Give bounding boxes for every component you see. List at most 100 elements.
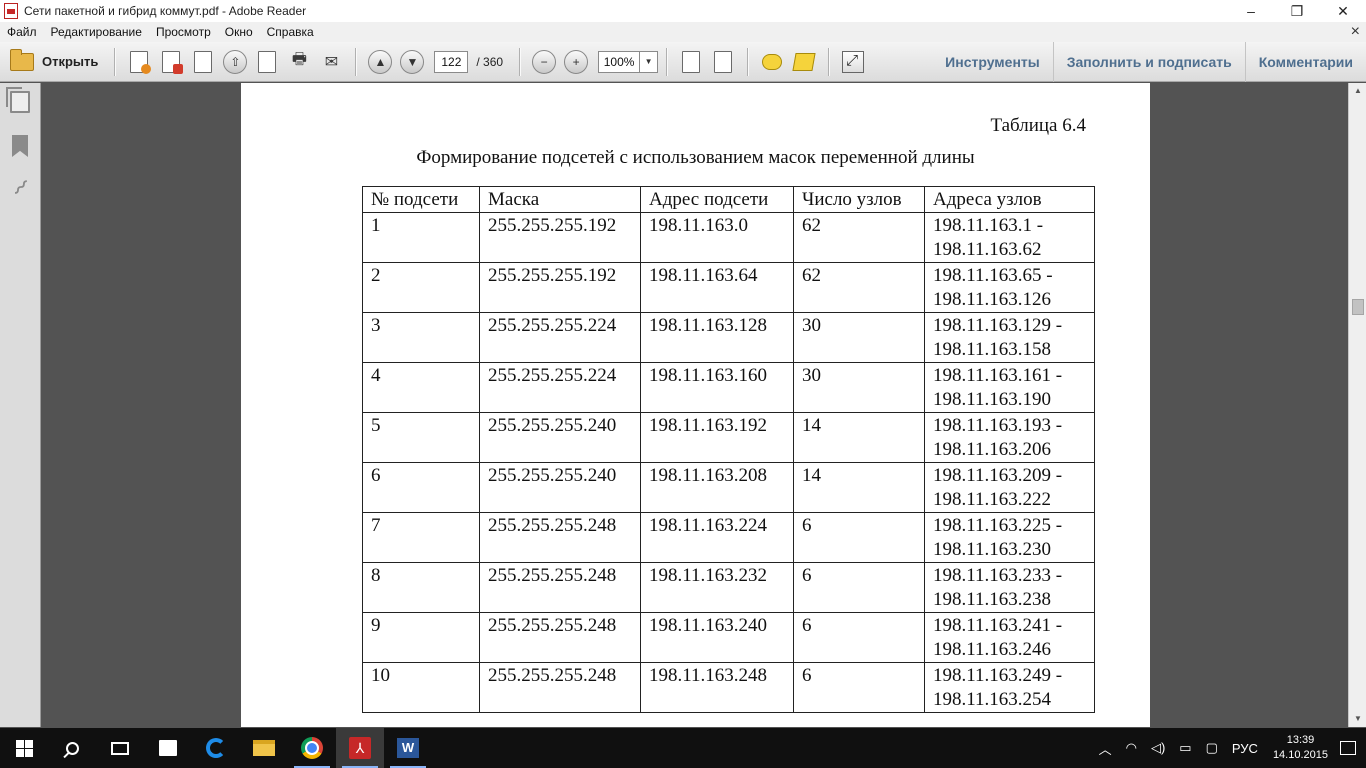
window-controls: – ❐ ✕ — [1228, 0, 1366, 22]
edit-pdf-button[interactable] — [190, 49, 216, 75]
table-caption: Формирование подсетей с использованием м… — [416, 147, 975, 168]
toolbar-separator — [114, 47, 116, 76]
explorer-app[interactable] — [240, 728, 288, 768]
folder-icon — [10, 48, 34, 71]
cell-mask: 255.255.255.240 — [479, 462, 641, 513]
adobe-reader-app[interactable]: ⅄ — [336, 728, 384, 768]
task-view-button[interactable] — [96, 728, 144, 768]
menu-file[interactable]: Файл — [0, 25, 44, 39]
zoom-select[interactable]: 100% ▼ — [598, 50, 659, 73]
battery-icon[interactable]: ▭ — [1179, 740, 1191, 756]
paperclip-icon[interactable]: ⌇ — [5, 173, 35, 203]
email-button[interactable]: ✉ — [318, 49, 344, 75]
close-button[interactable]: ✕ — [1320, 0, 1366, 22]
clock[interactable]: 13:39 14.10.2015 — [1273, 733, 1328, 763]
zoom-out-button[interactable]: − — [531, 49, 557, 75]
fill-sign-pane-button[interactable]: Заполнить и подписать — [1052, 42, 1245, 82]
host-range-start: 198.11.163.209 - — [933, 465, 1063, 486]
cell-host-addresses: 198.11.163.233 - 198.11.163.238 — [924, 562, 1095, 613]
header-host-count: Число узлов — [793, 186, 925, 213]
menu-window[interactable]: Окно — [218, 25, 260, 39]
document-viewport[interactable]: Таблица 6.4 Формирование подсетей с испо… — [42, 83, 1348, 727]
notifications-icon[interactable] — [1340, 741, 1356, 755]
tools-pane-button[interactable]: Инструменты — [932, 42, 1053, 82]
table-row: 5 255.255.255.240 198.11.163.192 14 198.11.1… — [362, 412, 1095, 463]
host-range-start: 198.11.163.65 - — [933, 265, 1053, 286]
scroll-up-icon[interactable]: ▲ — [1349, 83, 1366, 99]
store-app[interactable] — [144, 728, 192, 768]
menu-edit[interactable]: Редактирование — [44, 25, 149, 39]
comments-pane-button[interactable]: Комментарии — [1244, 42, 1366, 82]
table-number: Таблица 6.4 — [990, 115, 1086, 136]
minimize-button[interactable]: – — [1228, 0, 1274, 22]
host-range-end: 198.11.163.158 — [933, 339, 1052, 360]
close-document-icon[interactable]: × — [1351, 22, 1360, 42]
task-view-icon — [111, 741, 129, 755]
upload-button[interactable]: ⇧ — [222, 49, 248, 75]
volume-icon[interactable]: ◁) — [1151, 740, 1165, 756]
next-page-button[interactable]: ▼ — [399, 49, 425, 75]
sticky-note-button[interactable] — [759, 49, 785, 75]
message-icon[interactable]: ▢ — [1206, 740, 1218, 756]
cell-subnet-address: 198.11.163.208 — [640, 462, 794, 513]
previous-page-button[interactable]: ▲ — [367, 49, 393, 75]
table-row: 10 255.255.255.248 198.11.163.248 6 198.11.1… — [362, 662, 1095, 713]
pdf-page: Таблица 6.4 Формирование подсетей с испо… — [241, 83, 1150, 727]
cell-mask: 255.255.255.248 — [479, 612, 641, 663]
highlight-button[interactable] — [791, 49, 817, 75]
cell-subnet-number: 10 — [362, 662, 480, 713]
menu-help[interactable]: Справка — [260, 25, 321, 39]
cell-subnet-number: 9 — [362, 612, 480, 663]
chrome-app[interactable] — [288, 728, 336, 768]
scrollbar-thumb[interactable] — [1352, 299, 1364, 315]
scroll-mode-button[interactable] — [678, 49, 704, 75]
toolbar-separator — [828, 47, 830, 76]
title-bar: Сети пакетной и гибрид коммут.pdf - Adob… — [0, 0, 1366, 22]
edge-icon — [206, 738, 226, 758]
host-range-end: 198.11.163.62 — [933, 239, 1042, 260]
header-subnet-address: Адрес подсети — [640, 186, 794, 213]
table-row: 2 255.255.255.192 198.11.163.64 62 198.11.16… — [362, 262, 1095, 313]
word-app[interactable]: W — [384, 728, 432, 768]
fit-page-icon — [714, 50, 733, 73]
chevron-up-icon[interactable]: ︿ — [1099, 739, 1112, 758]
menu-view[interactable]: Просмотр — [149, 25, 218, 39]
chevron-down-icon[interactable]: ▼ — [639, 51, 657, 72]
print-button[interactable]: 🖶 — [286, 49, 312, 75]
cell-mask: 255.255.255.240 — [479, 412, 641, 463]
cell-host-count: 6 — [793, 512, 925, 563]
open-button[interactable]: Открыть — [8, 47, 106, 77]
zoom-in-button[interactable]: + — [563, 49, 589, 75]
cell-host-count: 62 — [793, 212, 925, 263]
page-thumbnails-icon[interactable] — [6, 87, 30, 113]
toolbar: Открыть ⇧ 🖶 ✉ ▲ ▼ 122 / 360 − + 100% ▼ И… — [0, 42, 1366, 82]
table-row: 9 255.255.255.248 198.11.163.240 6 198.11.16… — [362, 612, 1095, 663]
export-pdf-button[interactable] — [158, 49, 184, 75]
search-icon — [65, 741, 79, 755]
fit-page-button[interactable] — [710, 49, 736, 75]
scroll-down-icon[interactable]: ▼ — [1349, 711, 1366, 727]
taskbar: ⅄ W ︿ ◠ ◁) ▭ ▢ РУС 13:39 14.10.2015 — [0, 728, 1366, 768]
search-button[interactable] — [48, 728, 96, 768]
printer-icon: 🖶 — [291, 51, 307, 68]
chrome-icon — [301, 737, 323, 759]
page-number-input[interactable]: 122 — [434, 50, 469, 73]
host-range-start: 198.11.163.225 - — [933, 515, 1063, 536]
vertical-scrollbar[interactable]: ▲ ▼ — [1348, 83, 1366, 727]
full-screen-button[interactable] — [840, 49, 866, 75]
save-button[interactable] — [254, 49, 280, 75]
create-pdf-button[interactable] — [126, 49, 152, 75]
page-total: / 360 — [476, 54, 504, 69]
edge-app[interactable] — [192, 728, 240, 768]
cell-subnet-address: 198.11.163.0 — [640, 212, 794, 263]
host-range-start: 198.11.163.193 - — [933, 415, 1063, 436]
start-button[interactable] — [0, 728, 48, 768]
table-body: 1 255.255.255.192 198.11.163.0 62 198.11.163… — [362, 212, 1095, 713]
folder-icon — [253, 740, 275, 756]
input-language[interactable]: РУС — [1232, 741, 1258, 756]
wifi-icon[interactable]: ◠ — [1126, 740, 1137, 756]
clock-time: 13:39 — [1286, 734, 1315, 746]
cell-host-count: 6 — [793, 612, 925, 663]
maximize-button[interactable]: ❐ — [1274, 0, 1320, 22]
bookmark-icon[interactable] — [12, 135, 28, 157]
